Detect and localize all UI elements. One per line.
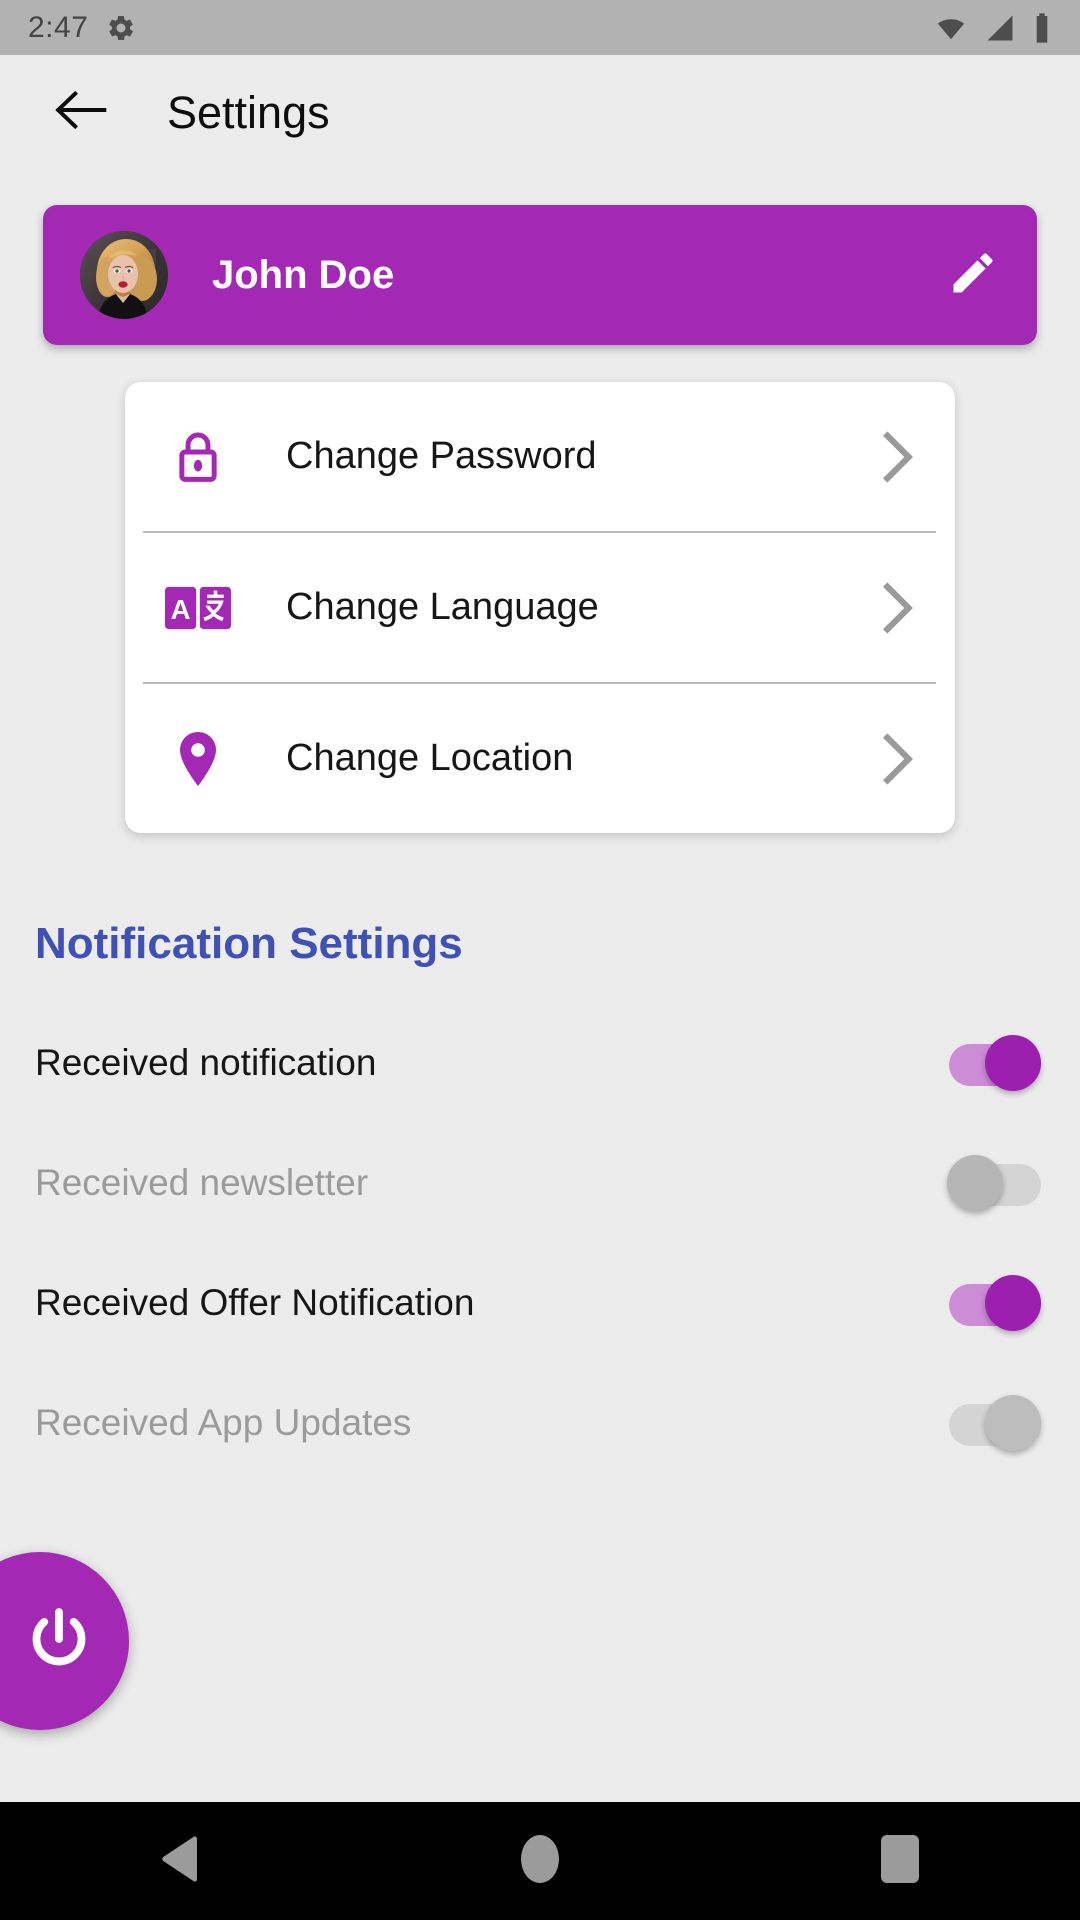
notification-row-received-offer-notification: Received Offer Notification [35,1243,1046,1363]
home-circle-icon [520,1834,560,1889]
status-bar-left: 2:47 [28,11,136,45]
profile-section: John Doe [0,170,1080,345]
chevron-right-icon [879,430,925,483]
chevron-right-icon [879,732,925,785]
settings-list-card: Change Password A Change Language Change… [125,382,955,833]
lock-icon [165,428,231,486]
notification-row-label: Received App Updates [35,1402,412,1443]
notification-row-label: Received newsletter [35,1162,369,1203]
toggle-thumb [947,1155,1003,1211]
status-bar: 2:47 [0,0,1080,55]
gear-icon [106,13,136,43]
notification-row-received-newsletter: Received newsletter [35,1123,1046,1243]
recents-square-icon [881,1834,919,1888]
android-navigation-bar [0,1802,1080,1920]
profile-card[interactable]: John Doe [43,205,1037,345]
settings-list-section: Change Password A Change Language Change… [0,345,1080,833]
back-button[interactable] [48,80,114,146]
toggle-received-notification[interactable] [949,1035,1041,1091]
arrow-left-icon [53,89,109,136]
battery-icon [1032,12,1052,44]
cellular-signal-icon [984,13,1016,43]
toggle-received-offer-notification[interactable] [949,1275,1041,1331]
app-bar: Settings [0,55,1080,170]
settings-row-label: Change Location [286,737,574,779]
settings-row-label: Change Language [286,586,599,628]
notification-settings-list: Received notification Received newslette… [0,1003,1080,1483]
page-title: Settings [167,86,330,138]
chevron-right-icon [879,581,925,634]
notification-row-received-notification: Received notification [35,1003,1046,1123]
notification-row-label: Received notification [35,1042,377,1083]
toggle-thumb [985,1395,1041,1451]
status-bar-right [934,12,1052,44]
settings-row-label: Change Password [286,435,597,477]
power-icon [0,1603,95,1680]
nav-recents-button[interactable] [835,1802,965,1920]
nav-back-button[interactable] [115,1802,245,1920]
toggle-thumb [985,1275,1041,1331]
toggle-received-newsletter[interactable] [947,1155,1041,1211]
settings-row-change-location[interactable]: Change Location [125,684,955,833]
nav-home-button[interactable] [475,1802,605,1920]
status-bar-clock: 2:47 [28,10,89,44]
toggle-received-app-updates[interactable] [949,1395,1041,1451]
toggle-thumb [985,1035,1041,1091]
edit-profile-button[interactable] [943,245,1003,305]
avatar [80,231,168,319]
profile-name: John Doe [212,252,395,297]
back-triangle-icon [159,1835,201,1887]
location-pin-icon [165,730,231,788]
notification-row-label: Received Offer Notification [35,1282,475,1323]
screen-content: 2:47 Settings John Doe Change Password A… [0,0,1080,1802]
notification-row-received-app-updates: Received App Updates [35,1363,1046,1483]
notification-settings-heading: Notification Settings [35,919,463,968]
wifi-icon [934,13,968,43]
translate-icon: A [165,585,231,631]
settings-row-change-password[interactable]: Change Password [125,382,955,531]
settings-row-change-language[interactable]: A Change Language [125,533,955,682]
power-fab-button[interactable] [0,1552,129,1730]
pencil-icon [947,247,999,304]
svg-text:A: A [171,594,191,625]
